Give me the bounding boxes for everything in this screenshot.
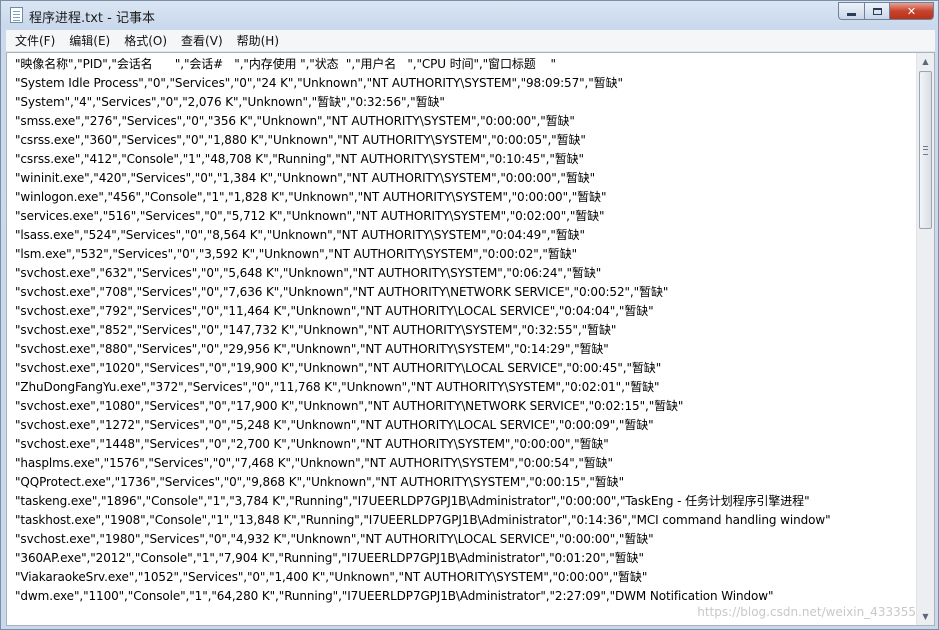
text-line: "QQProtect.exe","1736","Services","0","9… bbox=[15, 475, 624, 489]
text-line: "映像名称","PID","会话名 ","会话# ","内存使用 ","状态 "… bbox=[15, 57, 556, 71]
text-line: "smss.exe","276","Services","0","356 K",… bbox=[15, 114, 575, 128]
document-text[interactable]: "映像名称","PID","会话名 ","会话# ","内存使用 ","状态 "… bbox=[15, 55, 915, 606]
menu-view[interactable]: 查看(V) bbox=[174, 32, 230, 49]
scroll-down-button[interactable]: ▼ bbox=[917, 608, 934, 625]
text-line: "svchost.exe","1272","Services","0","5,2… bbox=[15, 418, 654, 432]
grip-icon bbox=[923, 146, 928, 155]
close-icon: ✕ bbox=[906, 4, 917, 18]
chevron-up-icon: ▲ bbox=[922, 57, 929, 66]
text-line: "svchost.exe","880","Services","0","29,9… bbox=[15, 342, 609, 356]
text-line: "ViakaraokeSrv.exe","1052","Services","0… bbox=[15, 570, 648, 584]
chevron-down-icon: ▼ bbox=[922, 612, 929, 621]
text-line: "taskhost.exe","1908","Console","1","13,… bbox=[15, 513, 831, 527]
scroll-thumb[interactable] bbox=[919, 71, 932, 229]
text-line: "360AP.exe","2012","Console","1","7,904 … bbox=[15, 551, 644, 565]
text-line: "taskeng.exe","1896","Console","1","3,78… bbox=[15, 494, 810, 508]
text-line: "svchost.exe","1020","Services","0","19,… bbox=[15, 361, 662, 375]
text-line: "lsass.exe","524","Services","0","8,564 … bbox=[15, 228, 585, 242]
text-line: "csrss.exe","412","Console","1","48,708 … bbox=[15, 152, 584, 166]
text-line: "services.exe","516","Services","0","5,7… bbox=[15, 209, 605, 223]
text-line: "winlogon.exe","456","Console","1","1,82… bbox=[15, 190, 607, 204]
menu-file[interactable]: 文件(F) bbox=[6, 32, 62, 49]
text-line: "svchost.exe","708","Services","0","7,63… bbox=[15, 285, 669, 299]
caption-buttons: ✕ bbox=[838, 2, 934, 21]
close-button[interactable]: ✕ bbox=[890, 2, 934, 20]
notepad-window: 程序进程.txt - 记事本 ✕ 文件(F) 编辑(E) 格式(O) 查看(V)… bbox=[0, 0, 939, 630]
menu-bar: 文件(F) 编辑(E) 格式(O) 查看(V) 帮助(H) bbox=[6, 30, 935, 52]
text-line: "lsm.exe","532","Services","0","3,592 K"… bbox=[15, 247, 578, 261]
text-line: "svchost.exe","1448","Services","0","2,7… bbox=[15, 437, 609, 451]
maximize-button[interactable] bbox=[864, 2, 890, 20]
text-line: "svchost.exe","852","Services","0","147,… bbox=[15, 323, 617, 337]
minimize-icon bbox=[847, 12, 856, 16]
scroll-up-button[interactable]: ▲ bbox=[917, 53, 934, 70]
watermark-text: https://blog.csdn.net/weixin_433355 bbox=[697, 605, 916, 619]
text-line: "svchost.exe","632","Services","0","5,64… bbox=[15, 266, 602, 280]
window-title: 程序进程.txt - 记事本 bbox=[29, 11, 155, 26]
text-line: "dwm.exe","1100","Console","1","64,280 K… bbox=[15, 589, 774, 603]
text-line: "wininit.exe","420","Services","0","1,38… bbox=[15, 171, 596, 185]
text-editor[interactable]: "映像名称","PID","会话名 ","会话# ","内存使用 ","状态 "… bbox=[6, 52, 935, 626]
text-line: "hasplms.exe","1576","Services","0","7,4… bbox=[15, 456, 613, 470]
text-line: "System Idle Process","0","Services","0"… bbox=[15, 76, 623, 90]
text-line: "svchost.exe","792","Services","0","11,4… bbox=[15, 304, 654, 318]
maximize-icon bbox=[872, 7, 882, 15]
menu-help[interactable]: 帮助(H) bbox=[230, 32, 286, 49]
text-line: "svchost.exe","1980","Services","0","4,9… bbox=[15, 532, 654, 546]
menu-edit[interactable]: 编辑(E) bbox=[62, 32, 117, 49]
title-bar[interactable]: 程序进程.txt - 记事本 ✕ bbox=[1, 1, 938, 29]
text-line: "ZhuDongFangYu.exe","372","Services","0"… bbox=[15, 380, 660, 394]
notepad-icon[interactable] bbox=[10, 7, 23, 23]
vertical-scrollbar[interactable]: ▲ ▼ bbox=[916, 53, 934, 625]
menu-format[interactable]: 格式(O) bbox=[117, 32, 174, 49]
text-line: "System","4","Services","0","2,076 K","U… bbox=[15, 95, 445, 109]
text-line: "csrss.exe","360","Services","0","1,880 … bbox=[15, 133, 586, 147]
minimize-button[interactable] bbox=[838, 2, 864, 20]
text-line: "svchost.exe","1080","Services","0","17,… bbox=[15, 399, 684, 413]
